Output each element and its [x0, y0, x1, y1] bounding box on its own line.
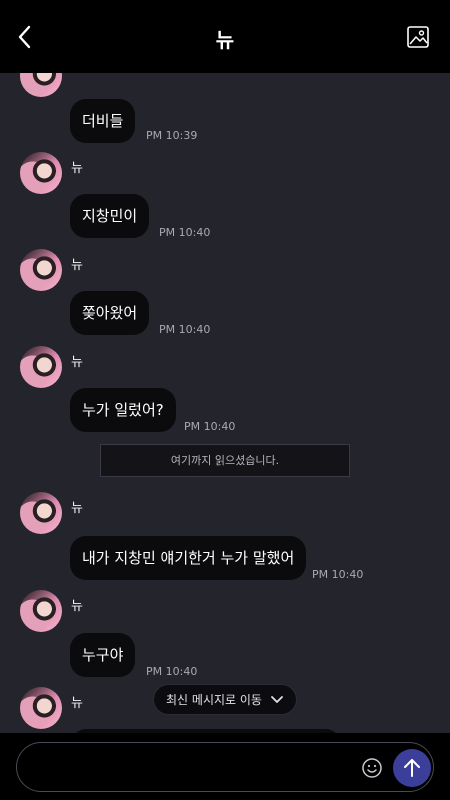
message-time: PM 10:40 [159, 323, 211, 336]
jump-to-latest-label: 최신 메시지로 이동 [166, 693, 262, 707]
gallery-button[interactable] [406, 25, 432, 49]
sender-name: 뉴 [71, 501, 83, 516]
message-input-container[interactable] [16, 742, 434, 792]
sender-name: 뉴 [71, 161, 83, 176]
avatar[interactable] [20, 152, 62, 194]
emoji-icon [362, 758, 382, 778]
emoji-button[interactable] [361, 757, 383, 779]
message-bubble[interactable]: 쫒아왔어 [70, 291, 150, 335]
message-bubble[interactable]: 누구야 [70, 633, 136, 677]
avatar[interactable] [20, 249, 62, 291]
avatar[interactable] [20, 687, 62, 729]
message-time: PM 10:40 [312, 568, 364, 581]
message-bubble[interactable]: 내가 지창민 얘기한거 누가 말했어 [70, 536, 307, 580]
message-bubble[interactable]: 지창민이 [70, 194, 150, 238]
chat-scroll-area[interactable]: 더비들 PM 10:39 뉴 지창민이 PM 10:40 뉴 쫒아왔어 PM 1… [0, 73, 450, 733]
chat-header: 뉴 [0, 0, 450, 73]
sender-name: 뉴 [71, 355, 83, 370]
message-time: PM 10:40 [184, 420, 236, 433]
avatar[interactable] [20, 73, 62, 97]
message-composer [0, 733, 450, 800]
message-input[interactable] [35, 755, 359, 781]
send-arrow-icon [404, 759, 420, 777]
send-button[interactable] [393, 749, 431, 787]
message-time: PM 10:39 [146, 129, 198, 142]
avatar[interactable] [20, 590, 62, 632]
message-bubble[interactable]: 더비들 [70, 99, 136, 143]
read-marker: 여기까지 읽으셨습니다. [100, 444, 350, 477]
jump-to-latest-button[interactable]: 최신 메시지로 이동 [153, 684, 297, 715]
chat-title: 뉴 [215, 28, 235, 52]
message-bubble[interactable]: 누가 일렀어? [70, 388, 176, 432]
sender-name: 뉴 [71, 258, 83, 273]
sender-name: 뉴 [71, 599, 83, 614]
chevron-down-icon [271, 695, 283, 703]
message-time: PM 10:40 [159, 226, 211, 239]
gallery-icon [407, 26, 429, 48]
avatar[interactable] [20, 492, 62, 534]
message-time: PM 10:40 [146, 665, 198, 678]
sender-name: 뉴 [71, 696, 83, 711]
avatar[interactable] [20, 346, 62, 388]
